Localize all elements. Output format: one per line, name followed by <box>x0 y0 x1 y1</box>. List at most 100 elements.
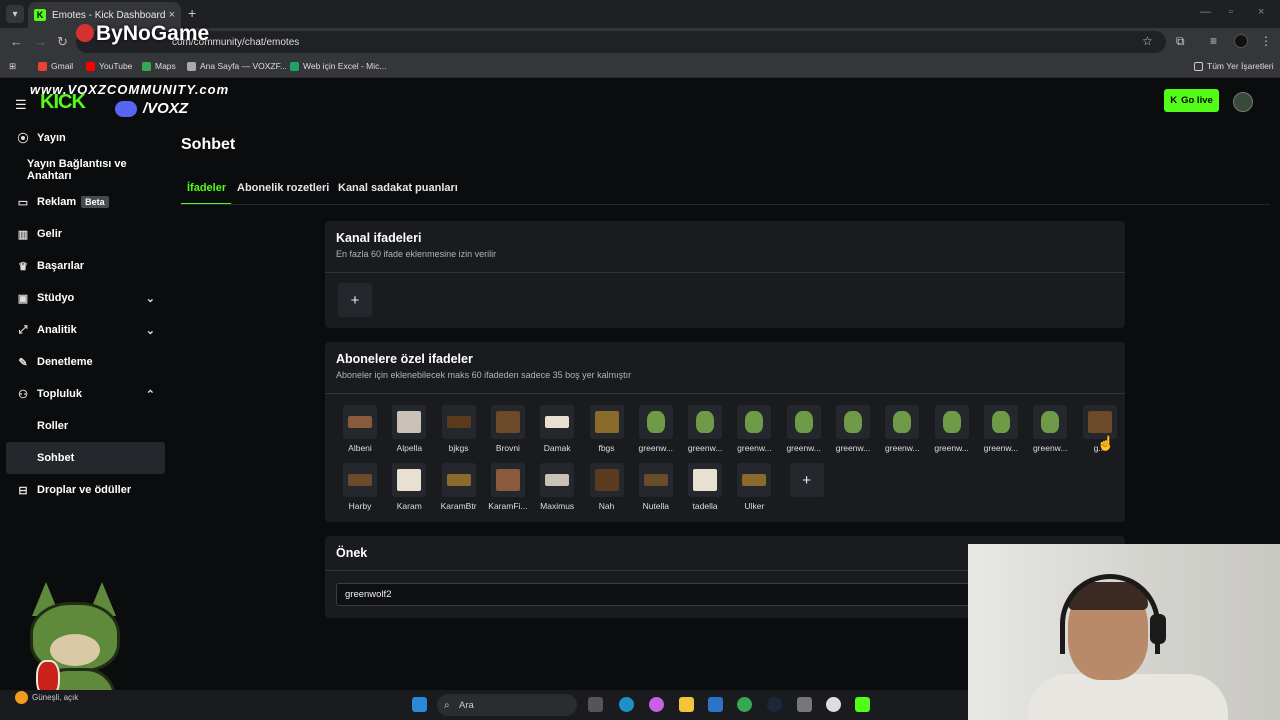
chrome-icon[interactable] <box>737 697 752 712</box>
extensions-icon[interactable]: ⧉ <box>1176 34 1185 49</box>
emote-item[interactable]: greenw... <box>828 405 878 455</box>
emote-item[interactable]: KaramBtr <box>434 463 484 513</box>
sidebar-item-community[interactable]: ⚇ Topluluk ⌃ <box>6 378 165 410</box>
page-title: Sohbet <box>181 136 236 153</box>
browser-profile-avatar[interactable] <box>1234 34 1248 48</box>
reload-icon[interactable]: ↻ <box>57 34 68 50</box>
card-title: Önek <box>336 546 368 560</box>
go-live-button[interactable]: K Go live <box>1164 89 1219 112</box>
sidebar-item-studio[interactable]: ▣ Stüdyo ⌄ <box>6 282 165 314</box>
card-subtitle: En fazla 60 ifade eklenmesine izin veril… <box>336 249 497 259</box>
chevron-down-icon: ⌄ <box>145 292 155 305</box>
sidebar-item-achievements[interactable]: ♛ Başarılar <box>6 250 165 282</box>
address-bar[interactable]: com/community/chat/emotes <box>76 31 1166 53</box>
card-divider <box>325 272 1125 273</box>
emote-item[interactable]: greenw... <box>729 405 779 455</box>
emote-item[interactable]: greenw... <box>877 405 927 455</box>
emote-item[interactable]: Karam <box>384 463 434 513</box>
steam-icon[interactable] <box>767 697 782 712</box>
emote-item[interactable]: KaramFi... <box>483 463 533 513</box>
back-icon[interactable]: ← <box>10 34 23 49</box>
chevron-up-icon: ⌃ <box>145 388 155 401</box>
maximize-icon[interactable]: ▫ <box>1229 6 1233 18</box>
emote-thumbnail <box>688 405 723 439</box>
sidebar-item-analytics[interactable]: ⤢ Analitik ⌄ <box>6 314 165 346</box>
emote-item[interactable]: greenw... <box>1025 405 1075 455</box>
browser-menu-icon[interactable]: ⋮ <box>1260 34 1272 48</box>
emote-thumbnail <box>490 405 525 439</box>
bookmark-gmail[interactable]: Gmail <box>38 61 73 71</box>
emote-thumbnail <box>343 463 377 497</box>
sidebar-item-revenue[interactable]: ▥ Gelir <box>6 218 165 250</box>
sidebar-item-chat[interactable]: Sohbet <box>6 442 165 474</box>
taskbar-search[interactable]: ⌕ Ara <box>437 694 577 716</box>
emote-item[interactable]: fbgs <box>582 405 632 455</box>
emote-item[interactable]: Maximus <box>532 463 582 513</box>
sidebar-item-ads[interactable]: ▭ Reklam Beta <box>6 186 165 218</box>
emote-thumbnail <box>490 463 525 497</box>
add-sub-emote-button[interactable]: + <box>789 463 824 497</box>
file-explorer-icon[interactable] <box>679 697 694 712</box>
bookmark-youtube[interactable]: YouTube <box>86 61 132 71</box>
task-view-icon[interactable] <box>588 697 603 712</box>
tab-emotes[interactable]: İfadeler <box>187 182 226 194</box>
emote-item[interactable]: Damak <box>532 405 582 455</box>
bookmark-maps[interactable]: Maps <box>142 61 176 71</box>
copilot-icon[interactable] <box>649 697 664 712</box>
minimize-icon[interactable]: — <box>1200 6 1211 18</box>
window-close-icon[interactable]: × <box>1258 6 1264 18</box>
emote-item[interactable]: Alpella <box>384 405 434 455</box>
sidebar-item-drops[interactable]: ⊟ Droplar ve ödüller <box>6 474 165 506</box>
emote-item[interactable]: bjkgs <box>434 405 484 455</box>
menu-icon[interactable]: ☰ <box>15 97 27 113</box>
chevron-down-icon: ⌄ <box>145 324 155 337</box>
sidebar-item-stream-key[interactable]: Yayın Bağlantısı ve Anahtarı <box>6 154 165 186</box>
sidebar-item-stream[interactable]: ⦿ Yayın <box>6 122 165 154</box>
webcam-overlay <box>968 544 1280 720</box>
tab-sub-badges[interactable]: Abonelik rozetleri <box>237 182 329 194</box>
prefix-input[interactable]: greenwolf2 <box>336 583 976 606</box>
emote-item[interactable]: Ulker <box>729 463 779 513</box>
wrench-icon: ✎ <box>18 356 28 369</box>
bookmark-vox[interactable]: Ana Sayfa — VOXZF... <box>187 61 287 71</box>
apps-grid-icon[interactable]: ⊞ <box>9 61 16 72</box>
forward-icon[interactable]: → <box>34 34 47 49</box>
emote-thumbnail <box>983 405 1018 439</box>
emote-item[interactable]: Nutella <box>631 463 681 513</box>
add-channel-emote-button[interactable]: + <box>338 283 372 317</box>
app-icon[interactable] <box>797 697 812 712</box>
tab-close-icon[interactable]: × <box>169 9 175 21</box>
kick-app-icon[interactable] <box>855 697 870 712</box>
sidebar-item-moderation[interactable]: ✎ Denetleme <box>6 346 165 378</box>
emote-thumbnail <box>540 463 575 497</box>
analytics-icon: ⤢ <box>18 323 28 336</box>
all-bookmarks[interactable]: Tüm Yer İşaretleri <box>1194 61 1274 71</box>
obs-icon[interactable] <box>826 697 841 712</box>
tab-loyalty-points[interactable]: Kanal sadakat puanları <box>338 182 458 194</box>
emote-item[interactable]: greenw... <box>976 405 1026 455</box>
emote-item[interactable]: Albeni <box>335 405 385 455</box>
emote-thumbnail <box>343 405 377 439</box>
new-tab-icon[interactable]: + <box>188 5 196 21</box>
user-avatar[interactable] <box>1233 92 1253 112</box>
emote-item[interactable]: Harby <box>335 463 385 513</box>
emote-item[interactable]: Brovni <box>483 405 533 455</box>
edge-icon[interactable] <box>619 697 634 712</box>
revenue-icon: ▥ <box>17 228 29 241</box>
tab-search-icon[interactable]: ▾ <box>6 5 24 23</box>
bookmark-star-icon[interactable]: ☆ <box>1142 34 1153 48</box>
bookmark-excel[interactable]: Web için Excel - Mic... <box>290 61 386 71</box>
store-icon[interactable] <box>708 697 723 712</box>
community-icon: ⚇ <box>18 388 28 401</box>
emote-item[interactable]: Nah <box>582 463 632 513</box>
emote-item[interactable]: greenw... <box>680 405 730 455</box>
emote-item[interactable]: greenw... <box>927 405 977 455</box>
emote-item[interactable]: greenw... <box>631 405 681 455</box>
media-controls-icon[interactable]: ≡ <box>1210 34 1217 48</box>
taskbar-weather[interactable]: Güneşli, açık <box>15 691 78 704</box>
emote-item[interactable]: tadella <box>680 463 730 513</box>
windows-start-icon[interactable] <box>412 697 427 712</box>
emote-item[interactable]: greenw... <box>779 405 829 455</box>
emote-thumbnail <box>589 405 624 439</box>
sidebar-item-roles[interactable]: Roller <box>6 410 165 442</box>
